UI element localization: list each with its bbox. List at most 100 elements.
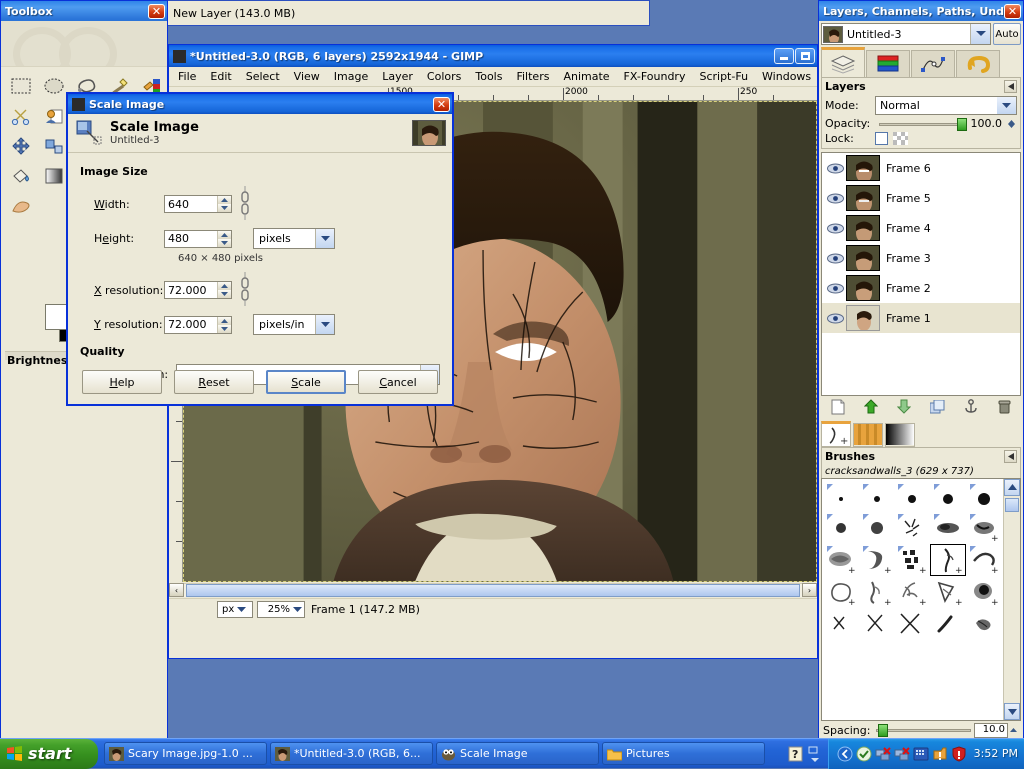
brush-item[interactable]: [859, 608, 895, 640]
eye-icon[interactable]: [824, 283, 846, 294]
spacing-slider[interactable]: [876, 724, 971, 737]
image-selector[interactable]: Untitled-3: [821, 23, 991, 45]
menu-filters[interactable]: Filters: [509, 68, 556, 85]
unit-combo[interactable]: px: [217, 601, 253, 618]
height-spinbox[interactable]: [164, 229, 232, 248]
xres-input[interactable]: [165, 282, 217, 298]
lower-layer-button[interactable]: [892, 397, 916, 417]
dock-titlebar[interactable]: Layers, Channels, Paths, Undo -... ✕: [819, 1, 1023, 21]
eye-icon[interactable]: [824, 193, 846, 204]
spacing-value[interactable]: 10.0: [974, 722, 1008, 738]
brush-item[interactable]: +: [966, 512, 1002, 544]
brush-item[interactable]: [966, 480, 1002, 512]
menu-windows[interactable]: Windows: [755, 68, 818, 85]
window-stack-icon[interactable]: [808, 746, 824, 762]
height-input[interactable]: [165, 230, 217, 247]
chevron-down-icon[interactable]: [315, 315, 334, 334]
brush-item[interactable]: [966, 608, 1002, 640]
brush-item[interactable]: +: [895, 544, 931, 576]
tab-gradients[interactable]: [885, 422, 915, 447]
spin-down-icon[interactable]: [218, 204, 231, 212]
xres-spin-buttons[interactable]: [217, 282, 231, 298]
menu-layer[interactable]: Layer: [375, 68, 420, 85]
brush-item[interactable]: +: [823, 544, 859, 576]
image-window-titlebar[interactable]: *Untitled-3.0 (RGB, 6 layers) 2592x1944 …: [169, 45, 817, 67]
smudge-tool[interactable]: [4, 191, 37, 221]
opacity-slider-knob[interactable]: [956, 117, 967, 131]
menu-colors[interactable]: Colors: [420, 68, 468, 85]
brush-item[interactable]: [895, 480, 931, 512]
taskbar-item-pictures[interactable]: Pictures: [602, 742, 765, 765]
width-spinbox[interactable]: [164, 195, 232, 213]
duplicate-layer-button[interactable]: [926, 397, 950, 417]
scale-button[interactable]: Scale: [266, 370, 346, 394]
brush-item-selected[interactable]: +: [930, 543, 967, 576]
eye-icon[interactable]: [824, 313, 846, 324]
list-item[interactable]: Frame 1: [822, 303, 1020, 333]
taskbar-item-scary-image[interactable]: Scary Image.jpg-1.0 ...: [104, 742, 267, 765]
spin-up-icon[interactable]: [218, 196, 231, 204]
eye-icon[interactable]: [824, 223, 846, 234]
brush-item[interactable]: [895, 512, 931, 544]
panel-menu-button[interactable]: [1004, 80, 1017, 93]
brush-item[interactable]: [895, 608, 931, 640]
scroll-down-arrow-icon[interactable]: [1004, 703, 1020, 720]
eye-icon[interactable]: [824, 163, 846, 174]
start-button[interactable]: start: [0, 738, 98, 769]
spin-down-icon[interactable]: [218, 238, 231, 247]
close-icon[interactable]: ✕: [433, 96, 450, 112]
list-item[interactable]: Frame 6: [822, 153, 1020, 183]
opacity-stepper[interactable]: [1005, 119, 1017, 128]
eye-icon[interactable]: [824, 253, 846, 264]
raise-layer-button[interactable]: [859, 397, 883, 417]
list-item[interactable]: Frame 4: [822, 213, 1020, 243]
tab-undo-history[interactable]: [956, 50, 1000, 77]
menu-file[interactable]: File: [171, 68, 203, 85]
brush-item[interactable]: [930, 608, 966, 640]
brush-item[interactable]: +: [930, 576, 966, 608]
anchor-layer-button[interactable]: [959, 397, 983, 417]
toolbox-titlebar[interactable]: Toolbox ✕: [1, 1, 167, 21]
auto-button[interactable]: Auto: [993, 23, 1021, 45]
brush-item[interactable]: +: [859, 576, 895, 608]
chain-link-icon[interactable]: [237, 270, 253, 310]
tab-paths[interactable]: [911, 50, 955, 77]
update-icon[interactable]: [856, 746, 872, 762]
xres-spinbox[interactable]: [164, 281, 232, 299]
clock[interactable]: 3:52 PM: [974, 747, 1018, 760]
chevron-down-icon[interactable]: [997, 97, 1016, 114]
brush-item[interactable]: [823, 608, 859, 640]
brush-grid[interactable]: + + + + + + + + + + +: [822, 479, 1003, 721]
brush-item[interactable]: +: [823, 576, 859, 608]
brush-item[interactable]: [859, 512, 895, 544]
brush-item[interactable]: [823, 512, 859, 544]
spacing-slider-knob[interactable]: [878, 724, 888, 737]
brush-scrollbar-thumb[interactable]: [1005, 497, 1019, 512]
reset-button[interactable]: Reset: [174, 370, 254, 394]
scroll-left-arrow-icon[interactable]: ‹: [169, 583, 184, 597]
scrollbar-track[interactable]: [184, 583, 802, 597]
taskbar-item-untitled3[interactable]: *Untitled-3.0 (RGB, 6...: [270, 742, 433, 765]
width-input[interactable]: [165, 196, 217, 212]
network-disconnected-icon[interactable]: [875, 746, 891, 762]
tab-layers[interactable]: [821, 47, 865, 77]
layer-list[interactable]: Frame 6 Frame 5 Frame 4 Frame 3 Frame 2: [821, 152, 1021, 396]
security-alert-icon[interactable]: [951, 745, 967, 762]
network-disconnected-icon-2[interactable]: [894, 746, 910, 762]
help-button[interactable]: Help: [82, 370, 162, 394]
scale-dialog-titlebar[interactable]: Scale Image ✕: [68, 94, 452, 114]
lock-pixels-checkbox[interactable]: [875, 132, 888, 145]
menu-animate[interactable]: Animate: [556, 68, 616, 85]
help-icon[interactable]: ?: [788, 746, 804, 762]
brush-item[interactable]: [823, 480, 859, 512]
rect-select-tool[interactable]: [4, 71, 37, 101]
tab-channels[interactable]: [866, 50, 910, 77]
menu-tools[interactable]: Tools: [468, 68, 509, 85]
tab-patterns[interactable]: [853, 422, 883, 447]
list-item[interactable]: Frame 5: [822, 183, 1020, 213]
scroll-up-arrow-icon[interactable]: [1004, 478, 1020, 496]
chain-link-icon[interactable]: [237, 184, 253, 224]
warning-icon[interactable]: [932, 746, 948, 762]
close-icon[interactable]: ✕: [148, 3, 165, 19]
width-spin-buttons[interactable]: [217, 196, 231, 212]
